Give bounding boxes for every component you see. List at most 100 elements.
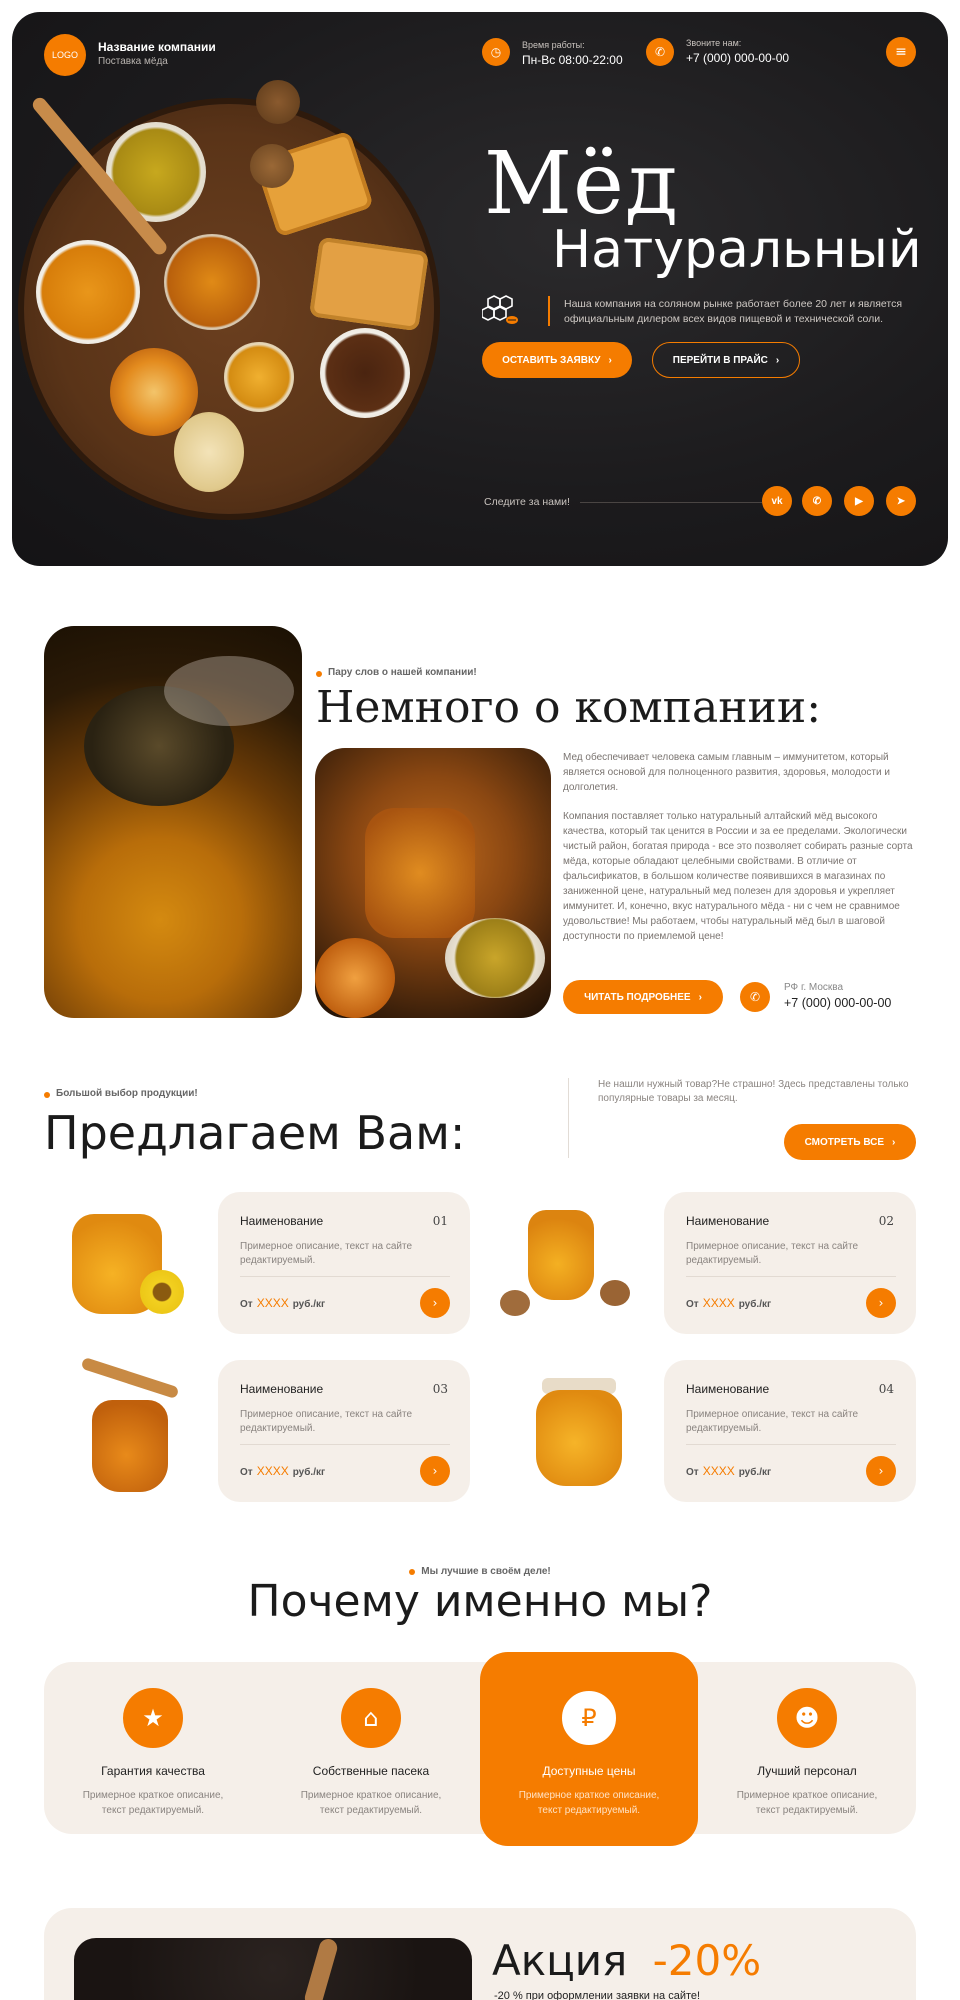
promo-title-text: Акция bbox=[492, 1936, 628, 1985]
product-image-4 bbox=[536, 1390, 622, 1486]
price-from: От bbox=[686, 1299, 699, 1310]
hero-divider bbox=[548, 296, 550, 326]
price-button[interactable]: ПЕРЕЙТИ В ПРАЙС › bbox=[652, 342, 800, 378]
promo-title: Акция -20% bbox=[492, 1936, 761, 1985]
price-unit: руб./кг bbox=[738, 1467, 772, 1478]
price-value: XXXX bbox=[256, 1464, 289, 1478]
card-divider bbox=[240, 1444, 450, 1445]
about-kicker: Пару слов о нашей компании! bbox=[328, 667, 477, 678]
read-more-button[interactable]: ЧИТАТЬ ПОДРОБНЕЕ › bbox=[563, 980, 723, 1014]
honeycomb-bee-icon bbox=[481, 292, 522, 332]
chevron-right-icon: › bbox=[608, 354, 612, 366]
product-price: От XXXX руб./кг bbox=[686, 1464, 771, 1478]
small-jar bbox=[224, 342, 294, 412]
product-price: От XXXX руб./кг bbox=[686, 1296, 771, 1310]
quality-icon: ★ bbox=[123, 1688, 183, 1748]
why-title: Почему именно мы? bbox=[247, 1576, 713, 1627]
price-unit: руб./кг bbox=[292, 1299, 326, 1310]
honey-dipper bbox=[80, 1356, 180, 1400]
walnut-2 bbox=[600, 1280, 630, 1306]
product-price: От XXXX руб./кг bbox=[240, 1464, 325, 1478]
company-name: Название компании bbox=[98, 40, 216, 54]
products-note: Не нашли нужный товар?Не страшно! Здесь … bbox=[598, 1079, 909, 1104]
menu-button[interactable]: ≡ bbox=[886, 37, 916, 67]
product-card-1[interactable]: Наименование 01 Примерное описание, текс… bbox=[218, 1192, 470, 1334]
product-description: Примерное описание, текст на сайте редак… bbox=[240, 1241, 413, 1266]
clock-icon: ◷ bbox=[482, 38, 510, 66]
product-number: 02 bbox=[878, 1214, 894, 1228]
price-unit: руб./кг bbox=[292, 1467, 326, 1478]
chevron-right-icon: › bbox=[698, 991, 702, 1003]
request-button-label: ОСТАВИТЬ ЗАЯВКУ bbox=[502, 354, 601, 366]
whatsapp-icon[interactable]: ✆ bbox=[802, 486, 832, 516]
honey-bowl bbox=[36, 240, 140, 344]
kicker-dot bbox=[44, 1092, 50, 1098]
card-divider bbox=[240, 1276, 450, 1277]
price-from: От bbox=[240, 1467, 253, 1478]
promo-subtitle: -20 % при оформлении заявки на сайте! bbox=[494, 1990, 701, 2000]
promo-image bbox=[74, 1936, 472, 2000]
about-paragraph-1: Мед обеспечивает человека самым главным … bbox=[563, 752, 890, 793]
request-button[interactable]: ОСТАВИТЬ ЗАЯВКУ › bbox=[482, 342, 632, 378]
hours-value: Пн-Вс 08:00-22:00 bbox=[522, 53, 623, 67]
staff-icon: ☻ bbox=[777, 1688, 837, 1748]
product-name: Наименование bbox=[686, 1382, 770, 1396]
read-more-label: ЧИТАТЬ ПОДРОБНЕЕ bbox=[584, 991, 691, 1003]
feature-staff: ☻ Лучший персонал Примерное краткое опис… bbox=[698, 1688, 916, 1818]
product-description: Примерное описание, текст на сайте редак… bbox=[240, 1409, 413, 1434]
company-subtitle: Поставка мёда bbox=[98, 56, 168, 67]
price-unit: руб./кг bbox=[738, 1299, 772, 1310]
about-text: Мед обеспечивает человека самым главным … bbox=[563, 750, 919, 944]
view-all-button[interactable]: СМОТРЕТЬ ВСЕ › bbox=[784, 1124, 916, 1160]
feature-description: Примерное краткое описание, текст редакт… bbox=[82, 1790, 224, 1816]
product-open-button[interactable]: › bbox=[866, 1288, 896, 1318]
dried-orange bbox=[315, 938, 395, 1018]
product-card-3[interactable]: Наименование 03 Примерное описание, текс… bbox=[218, 1360, 470, 1502]
feature-description: Примерное краткое описание, текст редакт… bbox=[518, 1790, 660, 1816]
walnut-2 bbox=[250, 144, 294, 188]
honeycomb-piece-2 bbox=[308, 236, 430, 332]
product-open-button[interactable]: › bbox=[866, 1456, 896, 1486]
chevron-right-icon: › bbox=[432, 1464, 438, 1478]
price-value: XXXX bbox=[702, 1296, 735, 1310]
chevron-right-icon: › bbox=[878, 1464, 884, 1478]
walnut bbox=[500, 1290, 530, 1316]
vk-icon[interactable]: vk bbox=[762, 486, 792, 516]
product-number: 04 bbox=[878, 1382, 894, 1396]
feature-name: Лучший персонал bbox=[757, 1764, 857, 1778]
product-number: 01 bbox=[432, 1214, 448, 1228]
card-divider bbox=[686, 1444, 896, 1445]
product-image-3 bbox=[92, 1400, 168, 1492]
product-card-2[interactable]: Наименование 02 Примерное описание, текс… bbox=[664, 1192, 916, 1334]
about-phone[interactable]: +7 (000) 000-00-00 bbox=[784, 996, 891, 1010]
price-from: От bbox=[686, 1467, 699, 1478]
card-divider bbox=[686, 1276, 896, 1277]
menu-icon: ≡ bbox=[895, 44, 907, 60]
product-name: Наименование bbox=[240, 1382, 324, 1396]
chevron-right-icon: › bbox=[775, 354, 780, 366]
call-value[interactable]: +7 (000) 000-00-00 bbox=[686, 51, 789, 65]
apiary-icon: ⌂ bbox=[341, 1688, 401, 1748]
hours-label: Время работы: bbox=[522, 40, 585, 50]
product-open-button[interactable]: › bbox=[420, 1456, 450, 1486]
phone-icon: ✆ bbox=[646, 38, 674, 66]
telegram-icon[interactable]: ➤ bbox=[886, 486, 916, 516]
hero-title-main: Мёд bbox=[484, 134, 679, 234]
price-button-label: ПЕРЕЙТИ В ПРАЙС bbox=[672, 354, 768, 366]
product-open-button[interactable]: › bbox=[420, 1288, 450, 1318]
youtube-icon[interactable]: ▶ bbox=[844, 486, 874, 516]
feature-apiary: ⌂ Собственные пасека Примерное краткое о… bbox=[262, 1688, 480, 1818]
bee-wing bbox=[164, 656, 294, 726]
product-price: От XXXX руб./кг bbox=[240, 1296, 325, 1310]
follow-divider bbox=[580, 502, 762, 503]
bee-on-sunflower-image bbox=[44, 626, 302, 1018]
kicker-dot bbox=[316, 671, 322, 677]
chevron-right-icon: › bbox=[878, 1296, 884, 1310]
products-divider bbox=[568, 1078, 569, 1158]
product-image-2 bbox=[528, 1210, 594, 1300]
logo[interactable]: LOGO bbox=[44, 34, 86, 76]
product-card-4[interactable]: Наименование 04 Примерное описание, текс… bbox=[664, 1360, 916, 1502]
promo-percent: -20% bbox=[652, 1936, 762, 1985]
about-title: Немного о компании: bbox=[316, 682, 822, 733]
feature-description: Примерное краткое описание, текст редакт… bbox=[736, 1790, 878, 1816]
